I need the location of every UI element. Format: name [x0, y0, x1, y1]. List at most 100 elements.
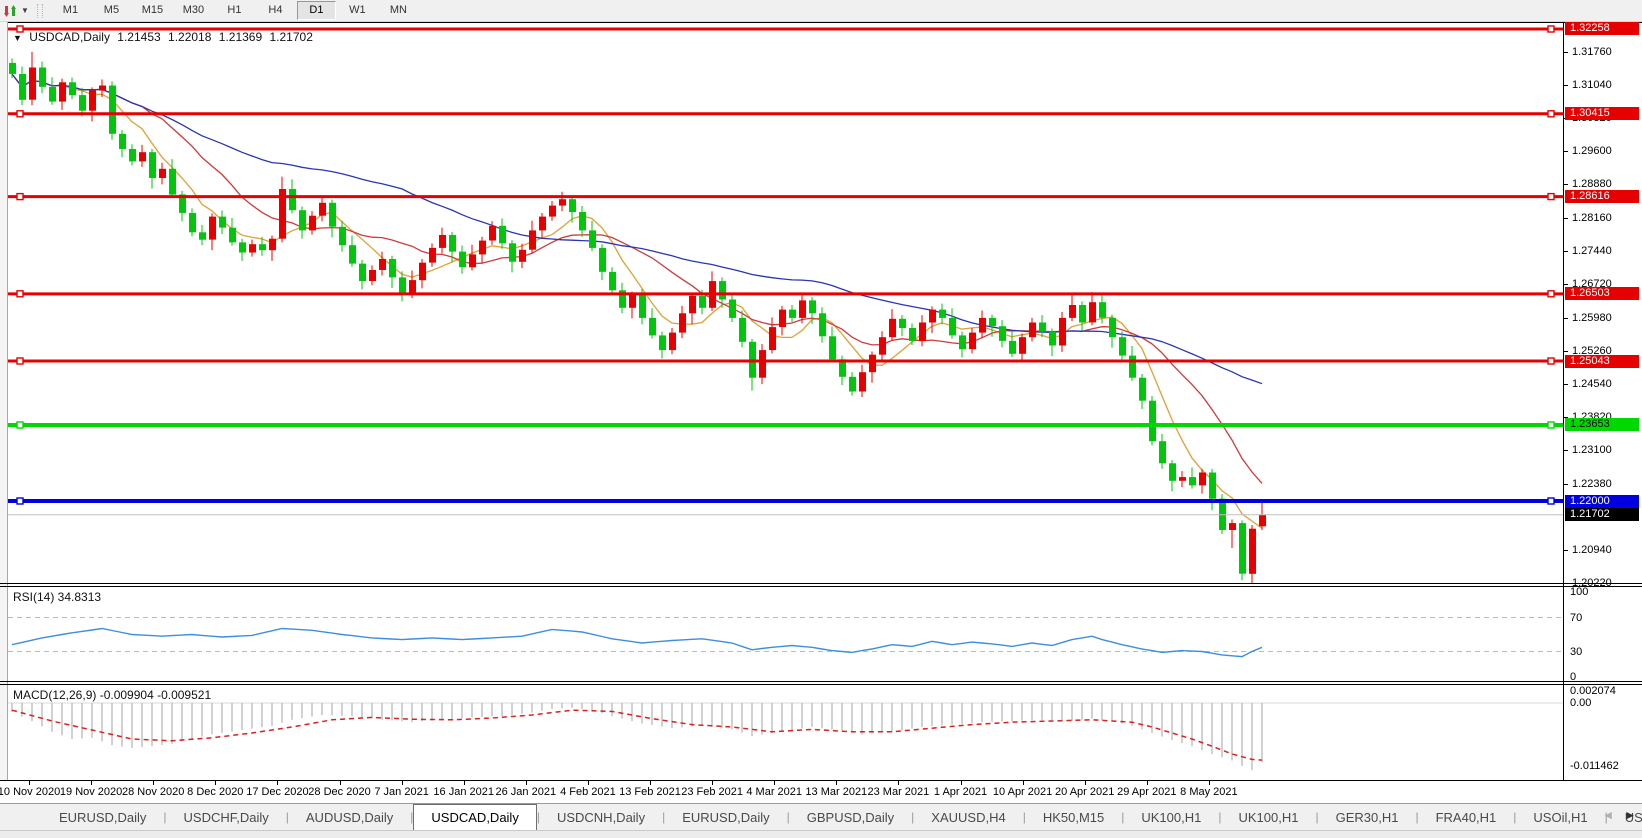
rsi-indicator-label: RSI(14) 34.8313: [13, 590, 102, 604]
level-price-label: 1.25043: [1565, 354, 1639, 368]
timeframe-button-m1[interactable]: M1: [51, 1, 90, 20]
rsi-panel-area[interactable]: [8, 587, 1563, 681]
date-tick-mark: [401, 781, 403, 785]
rsi-scale-label: 30: [1570, 645, 1583, 658]
chart-tab-gbpusd-daily[interactable]: GBPUSD,Daily: [790, 804, 911, 830]
date-tick-label: 19 Nov 2020: [59, 786, 123, 798]
date-tick-label: 4 Feb 2021: [560, 786, 616, 798]
level-price-label: 1.23653: [1565, 418, 1639, 432]
chart-tab-uk100-h1[interactable]: UK100,H1: [1124, 804, 1218, 830]
price-tick-label: 1.28880: [1572, 178, 1612, 191]
ohlc-low: 1.21369: [218, 30, 263, 44]
price-tick-label: 1.27440: [1572, 244, 1612, 257]
date-tick-label: 26 Jan 2021: [495, 786, 557, 798]
level-price-label: 1.26503: [1565, 287, 1639, 301]
date-tick-label: 4 Mar 2021: [746, 786, 803, 798]
date-tick-mark: [339, 781, 341, 785]
timeframe-button-m5[interactable]: M5: [92, 1, 131, 20]
chart-tab-xauusd-h4[interactable]: XAUUSD,H4: [914, 804, 1022, 830]
mt4-terminal: { "toolbar": { "timeframes": ["M1","M5",…: [0, 0, 1642, 838]
macd-scale-label: -0.011462: [1570, 760, 1619, 772]
price-tick-mark: [1563, 85, 1568, 87]
price-tick-label: 1.31760: [1572, 45, 1612, 58]
price-tick-mark: [1563, 483, 1568, 485]
chart-window-left-border[interactable]: [0, 22, 8, 780]
timeframe-button-h1[interactable]: H1: [215, 1, 254, 20]
toolbar-grip[interactable]: [36, 3, 43, 18]
chart-tab-usdchf-daily[interactable]: USDCHF,Daily: [167, 804, 286, 830]
date-tick-label: 13 Mar 2021: [805, 786, 868, 798]
price-tick-label: 1.29600: [1572, 145, 1612, 158]
chart-tab-usoil-h1[interactable]: USOil,H1: [1516, 804, 1604, 830]
chart-tab-fra40-h1[interactable]: FRA40,H1: [1419, 804, 1514, 830]
main-chart-plot-area[interactable]: [8, 24, 1563, 583]
chart-tab-ger30-h1[interactable]: GER30,H1: [1319, 804, 1416, 830]
ohlc-high: 1.22018: [168, 30, 212, 44]
tab-scroll-right-icon[interactable]: ►: [1624, 808, 1636, 822]
date-tick-mark: [712, 781, 714, 785]
price-tick-label: 1.31040: [1572, 79, 1612, 92]
chart-dropdown-icon[interactable]: ▼: [13, 33, 22, 43]
chevron-down-icon: ▼: [21, 6, 29, 15]
date-tick-label: 23 Feb 2021: [681, 786, 743, 798]
price-tick-mark: [1563, 384, 1568, 386]
date-tick-mark: [29, 781, 30, 785]
chart-symbol-label: USDCAD,Daily: [29, 30, 110, 44]
date-tick-label: 1 Apr 2021: [933, 786, 988, 798]
chart-tab-uk100-h1[interactable]: UK100,H1: [1221, 804, 1315, 830]
timeframe-button-w1[interactable]: W1: [338, 1, 377, 20]
date-tick-mark: [836, 781, 838, 785]
price-tick-mark: [1563, 549, 1568, 551]
macd-scale-label: 0.00: [1570, 697, 1592, 709]
price-tick-label: 1.24540: [1572, 378, 1612, 391]
price-tick-mark: [1563, 151, 1568, 153]
macd-indicator-label: MACD(12,26,9) -0.009904 -0.009521: [13, 688, 212, 702]
date-tick-mark: [277, 781, 279, 785]
price-tick-mark: [1563, 51, 1568, 53]
timeframe-toolbar: ▼ M1 M5 M15 M30 H1 H4 D1 W1 MN: [0, 0, 1642, 22]
date-tick-mark: [525, 781, 527, 785]
chart-mode-icon: [4, 4, 16, 17]
chart-tab-eurusd-daily[interactable]: EURUSD,Daily: [42, 804, 163, 830]
tab-scroll-left-icon[interactable]: ◄: [1602, 808, 1614, 822]
chart-tab-hk50-m15[interactable]: HK50,M15: [1026, 804, 1121, 830]
level-price-label: 1.22000: [1565, 494, 1639, 508]
date-tick-mark: [898, 781, 900, 785]
ohlc-open: 1.21453: [117, 30, 161, 44]
date-tick-label: 28 Nov 2020: [121, 786, 185, 798]
date-tick-label: 8 May 2021: [1180, 786, 1238, 798]
chart-tab-usdcad-daily[interactable]: USDCAD,Daily: [413, 804, 537, 830]
rsi-macd-separator[interactable]: [0, 681, 1642, 682]
price-tick-mark: [1563, 250, 1568, 252]
price-tick-label: 1.23100: [1572, 444, 1612, 457]
date-tick-mark: [1084, 781, 1086, 785]
date-tick-label: 10 Apr 2021: [992, 786, 1053, 798]
date-tick-label: 10 Nov 2020: [0, 786, 61, 798]
chart-tab-audusd-daily[interactable]: AUDUSD,Daily: [289, 804, 410, 830]
current-price-label: 1.21702: [1565, 508, 1639, 522]
price-tick-mark: [1563, 351, 1568, 352]
chart-tab-usdcnh-daily[interactable]: USDCNH,Daily: [540, 804, 662, 830]
chart-window-top-border: [0, 22, 1642, 23]
macd-panel-area[interactable]: [8, 685, 1563, 780]
timeframe-button-d1[interactable]: D1: [296, 1, 336, 20]
timeframe-button-mn[interactable]: MN: [379, 1, 418, 20]
date-tick-mark: [91, 781, 93, 785]
main-rsi-separator[interactable]: [0, 583, 1642, 584]
chart-tab-eurusd-daily[interactable]: EURUSD,Daily: [665, 804, 786, 830]
chart-mode-button[interactable]: ▼: [0, 2, 33, 20]
timeframe-button-h4[interactable]: H4: [256, 1, 295, 20]
ohlc-close: 1.21702: [269, 30, 313, 44]
level-price-label: 1.30415: [1565, 107, 1639, 121]
timeframe-button-m30[interactable]: M30: [174, 1, 213, 20]
date-tick-mark: [1146, 781, 1148, 785]
price-tick-mark: [1563, 582, 1568, 584]
tab-scroll-controls: ◄ ►: [1602, 808, 1636, 822]
level-price-label: 1.28616: [1565, 190, 1639, 204]
price-tick-mark: [1563, 317, 1568, 319]
date-tick-label: 17 Dec 2020: [246, 786, 309, 798]
date-tick-label: 13 Feb 2021: [619, 786, 681, 798]
timeframe-button-m15[interactable]: M15: [133, 1, 172, 20]
level-price-label: 1.32258: [1565, 22, 1639, 36]
macd-scale-label: 0.002074: [1570, 685, 1616, 697]
